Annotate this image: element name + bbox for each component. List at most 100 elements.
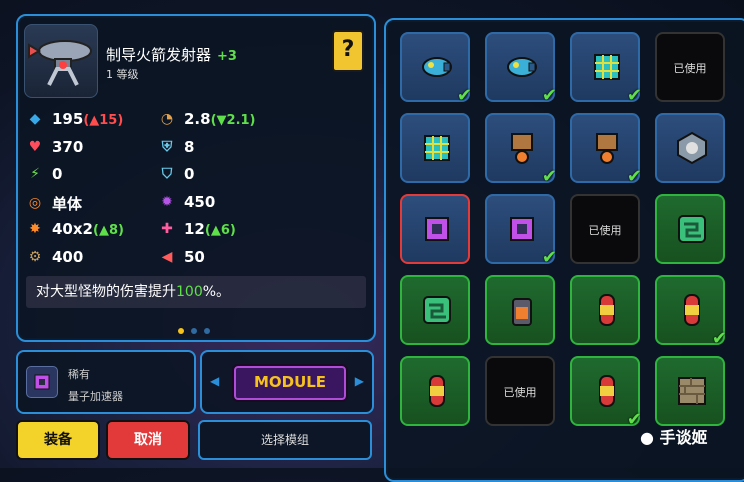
- module-slot[interactable]: [655, 113, 725, 183]
- stat-row: ✸ 40x2(▲8): [26, 220, 124, 238]
- used-label: 已使用: [503, 386, 537, 399]
- stat-value: 0: [184, 165, 195, 183]
- description-text: 对大型怪物的伤害提升: [36, 284, 176, 300]
- effect-description: 对大型怪物的伤害提升100%。: [26, 276, 366, 308]
- module-name: 量子加速器: [68, 390, 123, 403]
- stat-row: ♥ 370: [26, 137, 84, 156]
- stat-row: ◔ 2.8(▼2.1): [158, 110, 256, 128]
- module-slot[interactable]: [485, 275, 555, 345]
- module-grid-panel: ✔ ✔ ✔ 已使用 ✔ ✔ ✔ 已使用 ✔ 已使用 ✔: [384, 18, 744, 482]
- rocket-icon: [590, 374, 624, 408]
- equipped-check-icon: ✔: [626, 166, 642, 187]
- blast-icon: ✹: [161, 193, 173, 210]
- totem-icon: [590, 131, 624, 165]
- equipped-check-icon: ✔: [626, 85, 642, 106]
- cancel-button[interactable]: 取消: [106, 420, 190, 460]
- chip-icon: [505, 212, 539, 246]
- stat-row: ⛨ 8: [158, 137, 195, 156]
- module-slot[interactable]: ✔: [570, 113, 642, 187]
- stat-row: ⛉ 0: [158, 165, 195, 183]
- watermark-text: 手谈姬: [659, 428, 708, 447]
- next-arrow-icon[interactable]: ▶: [355, 374, 364, 388]
- stat-delta: (▲15): [83, 113, 124, 128]
- equip-button[interactable]: 装备: [16, 420, 100, 460]
- description-suffix: %。: [202, 284, 231, 300]
- stat-value: 0: [52, 165, 63, 183]
- missile-icon: [505, 50, 539, 84]
- page-dot[interactable]: [204, 328, 210, 334]
- pierce-icon: ✚: [161, 221, 173, 237]
- weapon-title: 制导火箭发射器 +3: [106, 44, 237, 65]
- knockback-icon: ◀: [161, 248, 173, 265]
- module-info-panel: 稀有 量子加速器: [16, 350, 196, 414]
- stat-delta: (▲8): [93, 223, 124, 238]
- weapon-name: 制导火箭发射器: [106, 46, 212, 64]
- module-slot[interactable]: ✔: [485, 32, 557, 106]
- watermark: ● 手谈姬: [640, 428, 708, 447]
- module-slot[interactable]: ✔: [570, 32, 642, 106]
- circuit-icon: [420, 293, 454, 327]
- weapon-level: 1 等级: [106, 68, 139, 81]
- page-dot[interactable]: [191, 328, 197, 334]
- stat-value: 195(▲15): [52, 110, 124, 128]
- stat-row: ✹ 450: [158, 193, 215, 211]
- stat-row: ✚ 12(▲6): [158, 220, 236, 238]
- module-slot[interactable]: [400, 194, 470, 264]
- module-slot-used[interactable]: 已使用: [485, 356, 555, 426]
- module-slot[interactable]: [400, 356, 470, 426]
- heart-icon: ♥: [28, 138, 42, 155]
- circuit-icon: [675, 212, 709, 246]
- quantum-accelerator-icon: [26, 366, 58, 398]
- stat-value: 2.8(▼2.1): [184, 110, 256, 128]
- module-slot[interactable]: ✔: [655, 275, 727, 349]
- module-slot[interactable]: ✔: [485, 194, 557, 268]
- stat-row: ◆ 195(▲15): [26, 110, 124, 128]
- module-slot[interactable]: [400, 113, 470, 183]
- stat-delta: (▼2.1): [210, 113, 256, 128]
- used-label: 已使用: [673, 62, 707, 75]
- module-slot[interactable]: ✔: [400, 32, 472, 106]
- weapon-stats-panel: 制导火箭发射器 +3 1 等级 ? ◆ 195(▲15) ◔ 2.8(▼2.1) ♥ 370…: [16, 14, 376, 342]
- module-slot[interactable]: ✔: [485, 113, 557, 187]
- stat-delta: (▲6): [204, 223, 236, 238]
- description-value: 100: [176, 284, 203, 300]
- stat-row: ◀ 50: [158, 248, 205, 266]
- stat-row: ⚡ 0: [26, 165, 62, 183]
- module-rarity: 稀有: [68, 368, 90, 381]
- module-slot-used[interactable]: 已使用: [655, 32, 725, 102]
- stat-value: 370: [52, 137, 84, 156]
- missile-icon: [420, 50, 454, 84]
- stat-value: 8: [184, 137, 195, 156]
- prev-arrow-icon[interactable]: ◀: [210, 374, 219, 388]
- module-slot[interactable]: [655, 356, 725, 426]
- select-module-button[interactable]: 选择模组: [198, 420, 372, 460]
- module-slot[interactable]: [655, 194, 725, 264]
- totem-icon: [505, 131, 539, 165]
- equipped-check-icon: ✔: [541, 85, 557, 106]
- stat-row: ◎ 单体: [26, 193, 82, 214]
- module-slot[interactable]: [400, 275, 470, 345]
- gear-icon: ⚙: [28, 248, 42, 265]
- stat-value: 450: [184, 192, 216, 211]
- module-button[interactable]: MODULE: [232, 364, 348, 402]
- stat-value: 单体: [52, 194, 83, 213]
- shield-down-icon: ⛉: [161, 166, 173, 182]
- rocket-icon: [420, 374, 454, 408]
- module-slot[interactable]: [570, 275, 640, 345]
- rocket-icon: [675, 293, 709, 327]
- plate-icon: [675, 374, 709, 408]
- chip-icon: [420, 212, 454, 246]
- cooldown-icon: ◔: [160, 111, 174, 127]
- page-dot-active[interactable]: [178, 328, 184, 334]
- cube-icon: [420, 131, 454, 165]
- used-label: 已使用: [588, 224, 622, 237]
- module-selector: ◀ MODULE ▶: [200, 350, 374, 414]
- stat-value: 40x2(▲8): [52, 220, 124, 238]
- module-slot-used[interactable]: 已使用: [570, 194, 640, 264]
- rocket-icon: [590, 293, 624, 327]
- page-indicator[interactable]: [178, 328, 210, 334]
- equipped-check-icon: ✔: [541, 166, 557, 187]
- module-slot[interactable]: ✔: [570, 356, 642, 430]
- help-button[interactable]: ?: [332, 30, 364, 72]
- equipped-check-icon: ✔: [541, 247, 557, 268]
